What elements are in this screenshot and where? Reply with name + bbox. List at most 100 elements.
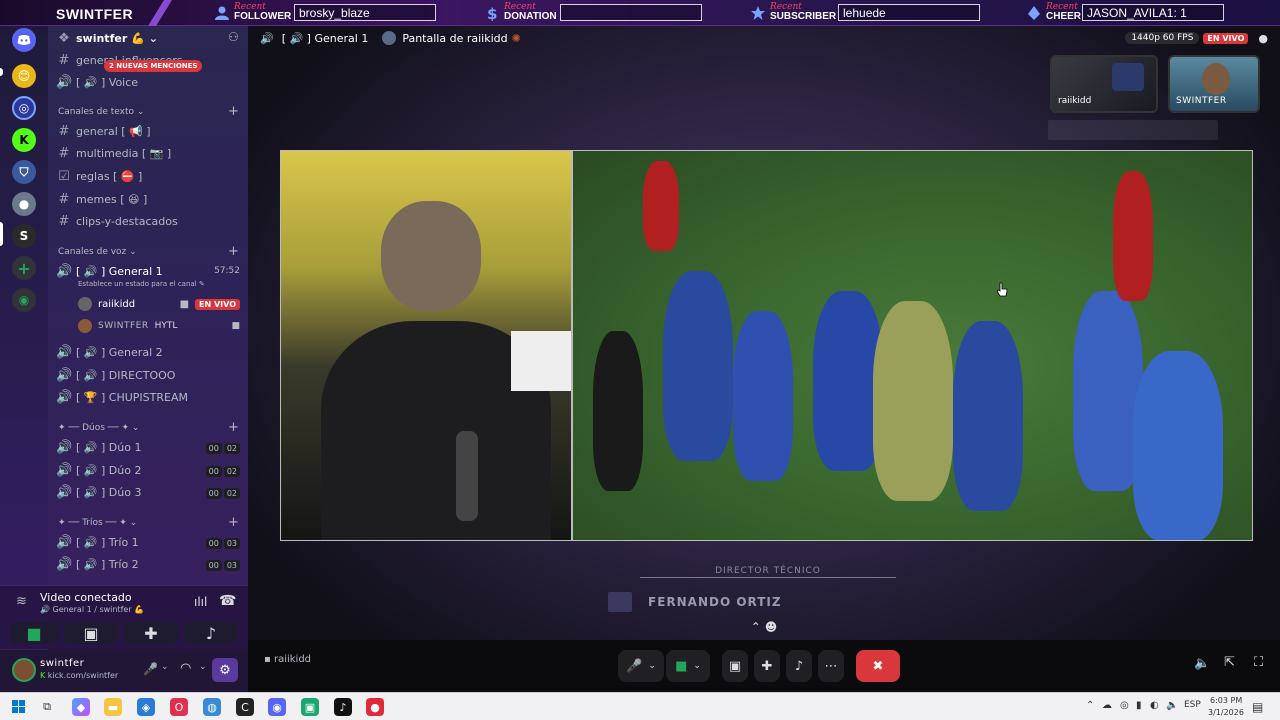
channel-duo-2[interactable]: 🔊[ 🔊 ] Dúo 2 00 02 (56, 460, 240, 480)
screen-share-video[interactable] (280, 150, 1253, 541)
channel-label: [ 🔊 ] General 1 (76, 264, 163, 278)
headphones-icon[interactable]: ◠ (180, 661, 191, 676)
avatar[interactable] (12, 658, 36, 682)
text-channel-hint-label: raiikidd (273, 654, 312, 665)
signal-icon[interactable]: ≋ (16, 594, 27, 609)
language-indicator[interactable]: ESP (1184, 700, 1201, 710)
server-icon-kick[interactable]: K (12, 128, 36, 152)
voice-channel-path[interactable]: 🔊 General 1 / swintfer 💪 (40, 605, 144, 614)
activities-button[interactable]: ✚ (754, 650, 780, 682)
onedrive-icon[interactable]: ☁ (1102, 700, 1112, 711)
globe-app-icon[interactable]: ◍ (203, 698, 221, 716)
chevron-down-icon[interactable]: ⌄ (161, 662, 169, 672)
chat-bubble-icon[interactable]: ● (1258, 32, 1268, 45)
server-icon-shield[interactable]: ⛉ (12, 160, 36, 184)
popout-icon[interactable]: ⇱ (1224, 655, 1235, 670)
speaker-tray-icon[interactable]: 🔈 (1166, 700, 1178, 711)
server-header[interactable]: ❖ swintfer 💪 ⌄ (56, 28, 158, 48)
category-text-channels[interactable]: Canales de texto ⌄ (58, 107, 144, 117)
clock-date[interactable]: 3/1/2026 (1208, 708, 1244, 717)
category-trios[interactable]: ✦ ── Tríos ── ✦ ⌄ (58, 518, 137, 528)
camera-button[interactable]: ■ ⌄ (666, 650, 710, 682)
chevron-down-icon[interactable]: ⌄ (199, 662, 207, 672)
channel-duo-3[interactable]: 🔊[ 🔊 ] Dúo 3 00 02 (56, 482, 240, 502)
copilot-icon[interactable]: ◆ (72, 698, 90, 716)
microphone-icon[interactable]: 🎤 (143, 662, 158, 676)
channel-general-1-active[interactable]: 🔊 [ 🔊 ] General 1 57:52 (56, 261, 240, 281)
microphone-button[interactable]: 🎤 ⌄ (618, 650, 664, 682)
server-icon-smiley[interactable]: 😊 (12, 64, 36, 88)
add-text-channel-icon[interactable]: + (228, 104, 239, 119)
explore-compass-icon[interactable]: ◉ (12, 288, 36, 312)
volume-icon[interactable]: 🔈 (1194, 656, 1210, 671)
store-icon[interactable]: ◈ (137, 698, 155, 716)
notifications-icon[interactable]: ▤ (1252, 700, 1263, 714)
expand-participants-button[interactable]: ⌃ ☻ (746, 620, 782, 638)
participant-thumbnail-swintfer[interactable]: SWINTFER (1168, 55, 1260, 113)
video-toggle-button[interactable]: ■ (10, 622, 58, 644)
app-icon-c[interactable]: C (236, 698, 254, 716)
soundboard-button[interactable]: ♪ (184, 622, 238, 644)
chevron-down-icon: ⌄ (129, 518, 138, 528)
add-trio-channel-icon[interactable]: + (228, 515, 239, 530)
discord-home-icon[interactable] (12, 28, 36, 52)
network-icon[interactable]: ▮ (1136, 700, 1142, 711)
fullscreen-icon[interactable]: ⛶ (1254, 655, 1263, 670)
channel-chupistream[interactable]: 🔊[ 🏆 ] CHUPISTREAM (56, 387, 188, 407)
new-mentions-badge[interactable]: 2 NUEVAS MENCIONES (104, 60, 203, 72)
channel-clips[interactable]: # clips-y-destacados (56, 211, 178, 231)
channel-general[interactable]: # general [ 📢 ] (56, 121, 151, 141)
stage-channel[interactable]: [ 🔊 ] General 1 (282, 32, 369, 45)
noise-suppression-icon[interactable]: ılıl (194, 595, 207, 609)
voice-member-swintfer[interactable]: SWINTFER HYTL ■ (78, 316, 240, 336)
app-icon-green[interactable]: ▣ (301, 698, 319, 716)
clock-time[interactable]: 6:03 PM (1210, 696, 1242, 705)
discord-taskbar-icon[interactable]: ◉ (268, 698, 286, 716)
text-channel-hint[interactable]: ▪ raiikidd (264, 654, 311, 665)
channel-label: [ 🔊 ] Trío 1 (76, 535, 139, 549)
channel-trio-1[interactable]: 🔊[ 🔊 ] Trío 1 00 03 (56, 532, 240, 552)
activities-icon: ✚ (761, 658, 773, 674)
camera-icon: ■ (231, 321, 240, 331)
screen-share-button[interactable]: ▣ (64, 622, 118, 644)
add-duo-channel-icon[interactable]: + (228, 420, 239, 435)
more-options-button[interactable]: ⋯ (818, 650, 844, 682)
participant-thumbnail-raiikidd[interactable]: raiikidd (1050, 55, 1158, 113)
channel-memes[interactable]: # memes [ 😆 ] (56, 189, 148, 209)
screen-share-button[interactable]: ▣ (722, 650, 748, 682)
disconnect-icon[interactable]: ☎ (219, 593, 236, 609)
obs-record-icon[interactable]: ● (366, 698, 384, 716)
tiktok-icon[interactable]: ♪ (334, 698, 352, 716)
channel-duo-1[interactable]: 🔊[ 🔊 ] Dúo 1 00 02 (56, 437, 240, 457)
opera-icon[interactable]: O (170, 698, 188, 716)
channel-trio-2[interactable]: 🔊[ 🔊 ] Trío 2 00 03 (56, 554, 240, 574)
server-icon-swintfer[interactable]: S (12, 224, 36, 248)
tray-app-icon[interactable]: ◎ (1120, 700, 1129, 711)
server-icon-globe[interactable]: ◎ (12, 96, 36, 120)
channel-voice[interactable]: 🔊 [ 🔊 ] Voice (56, 72, 138, 92)
add-server-icon[interactable]: + (12, 256, 36, 280)
channel-general-2[interactable]: 🔊[ 🔊 ] General 2 (56, 342, 163, 362)
channel-multimedia[interactable]: # multimedia [ 📷 ] (56, 143, 172, 163)
soundboard-button[interactable]: ♪ (786, 650, 812, 682)
channel-reglas[interactable]: ☑ reglas [ ⛔ ] (56, 166, 142, 186)
invite-people-icon[interactable]: ⚇ (228, 30, 239, 44)
channel-status-prompt[interactable]: Establece un estado para el canal ✎ (78, 280, 205, 288)
add-voice-channel-icon[interactable]: + (228, 244, 239, 259)
file-explorer-icon[interactable]: ▬ (104, 698, 122, 716)
task-view-icon[interactable]: ⧉ (38, 698, 56, 716)
user-settings-button[interactable]: ⚙ (212, 658, 238, 682)
end-call-button[interactable]: ✖ (856, 650, 900, 682)
channel-directooo[interactable]: 🔊[ 🔊 ] DIRECTOOO (56, 365, 175, 385)
tray-status-icon[interactable]: ◐ (1150, 700, 1159, 711)
category-duos[interactable]: ✦ ── Dúos ── ✦ ⌄ (58, 423, 139, 433)
user-count: 00 (205, 537, 222, 549)
start-windows-icon[interactable] (12, 700, 26, 714)
hash-icon: # (58, 145, 70, 161)
activities-button[interactable]: ✚ (124, 622, 178, 644)
server-icon-avatar[interactable]: ● (12, 192, 36, 216)
channel-label: clips-y-destacados (76, 214, 178, 228)
voice-member-raiikidd[interactable]: raiikidd ■ EN VIVO (78, 294, 240, 314)
tray-chevron-up-icon[interactable]: ⌃ (1086, 700, 1094, 711)
category-voice-channels[interactable]: Canales de voz ⌄ (58, 247, 137, 257)
